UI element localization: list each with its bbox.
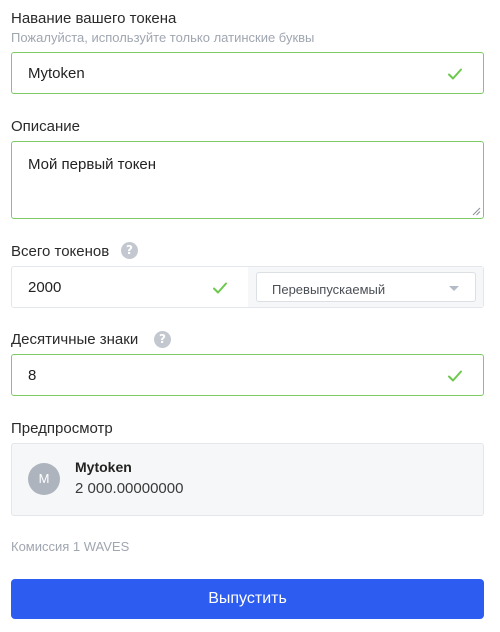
total-tokens-label: Всего токенов	[11, 243, 110, 260]
decimals-label: Десятичные знаки	[11, 331, 139, 348]
resize-grip-icon[interactable]	[472, 207, 481, 216]
total-tokens-input[interactable]: 2000	[12, 267, 248, 307]
reissue-select-value: Перевыпускаемый	[272, 282, 386, 297]
preview-token-amount: 2 000.00000000	[75, 480, 184, 497]
chevron-down-icon	[449, 286, 459, 291]
token-name-label: Навание вашего токена	[11, 10, 177, 27]
description-textarea[interactable]: Мой первый токен	[11, 141, 484, 219]
help-icon[interactable]: ?	[154, 331, 171, 348]
decimals-input[interactable]: 8	[11, 354, 484, 396]
decimals-value: 8	[28, 367, 37, 384]
description-value: Мой первый токен	[28, 156, 157, 173]
token-name-input[interactable]: Mytoken	[11, 52, 484, 94]
token-name-value: Mytoken	[28, 65, 85, 82]
issue-button[interactable]: Выпустить	[11, 579, 484, 619]
total-tokens-group: 2000 Перевыпускаемый	[11, 266, 484, 308]
reissue-select[interactable]: Перевыпускаемый	[256, 272, 476, 302]
check-icon	[213, 282, 227, 294]
token-name-hint: Пожалуйста, используйте только латинские…	[11, 30, 315, 45]
preview-label: Предпросмотр	[11, 420, 113, 437]
fee-text: Комиссия 1 WAVES	[11, 539, 130, 554]
description-label: Описание	[11, 118, 81, 135]
total-tokens-value: 2000	[28, 279, 62, 296]
token-preview-card: M Mytoken 2 000.00000000	[11, 443, 484, 516]
avatar: M	[28, 463, 60, 495]
check-icon	[448, 370, 462, 382]
preview-token-name: Mytoken	[75, 459, 132, 475]
select-wrapper: Перевыпускаемый	[248, 267, 483, 307]
check-icon	[448, 68, 462, 80]
help-icon[interactable]: ?	[121, 242, 138, 259]
